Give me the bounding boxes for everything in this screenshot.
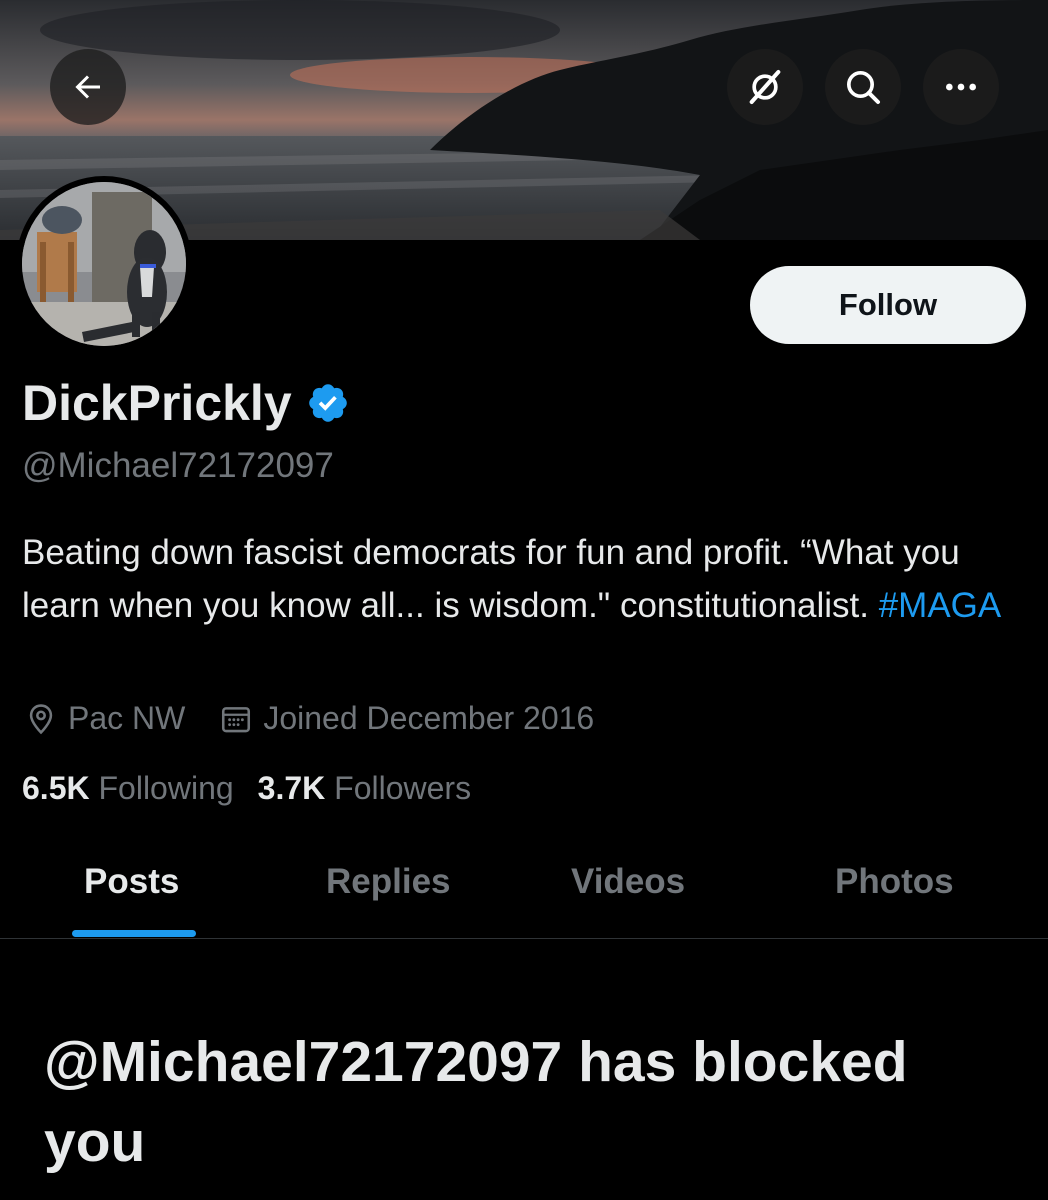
- search-icon: [847, 71, 880, 104]
- active-tab-indicator: [72, 930, 196, 937]
- bio-hashtag-link[interactable]: #MAGA: [879, 586, 1002, 625]
- location: Pac NW: [24, 700, 185, 737]
- bio-text: Beating down fascist democrats for fun a…: [22, 533, 960, 625]
- tab-videos[interactable]: Videos: [571, 862, 685, 902]
- profile-tabs: Posts Replies Videos Photos: [0, 836, 1048, 939]
- back-button[interactable]: [50, 49, 126, 125]
- tab-photos[interactable]: Photos: [835, 862, 954, 902]
- arrow-left-icon: [75, 75, 100, 99]
- avatar[interactable]: [16, 176, 192, 352]
- more-button[interactable]: [923, 49, 999, 125]
- follow-stats: 6.5K Following 3.7K Followers: [22, 770, 495, 807]
- profile-name: DickPrickly: [22, 374, 350, 432]
- join-date: Joined December 2016: [219, 700, 594, 737]
- following-count: 6.5K: [22, 770, 90, 806]
- profile-bio: Beating down fascist democrats for fun a…: [22, 526, 1032, 632]
- followers-label: Followers: [334, 770, 472, 806]
- tab-posts[interactable]: Posts: [84, 862, 179, 902]
- followers-count: 3.7K: [257, 770, 326, 806]
- followers-link[interactable]: 3.7K Followers: [258, 770, 471, 807]
- verified-badge-icon[interactable]: [306, 381, 350, 425]
- grok-icon: [749, 70, 781, 104]
- location-text: Pac NW: [68, 700, 186, 736]
- following-label: Following: [98, 770, 234, 806]
- blocked-message: @Michael72172097 has blocked you: [44, 1030, 908, 1174]
- display-name-text: DickPrickly: [22, 375, 292, 431]
- profile-handle: @Michael72172097: [22, 446, 334, 485]
- more-horizontal-icon: [946, 83, 976, 91]
- follow-button[interactable]: Follow: [750, 266, 1026, 344]
- avatar-image: [22, 182, 186, 346]
- tab-replies[interactable]: Replies: [326, 862, 451, 902]
- following-link[interactable]: 6.5K Following: [22, 770, 234, 807]
- search-button[interactable]: [825, 49, 901, 125]
- calendar-icon: [222, 706, 251, 732]
- profile-meta: Pac NW Joined December 2016: [24, 700, 628, 737]
- grok-button[interactable]: [727, 49, 803, 125]
- join-date-text: Joined December 2016: [263, 700, 595, 736]
- location-pin-icon: [29, 703, 53, 734]
